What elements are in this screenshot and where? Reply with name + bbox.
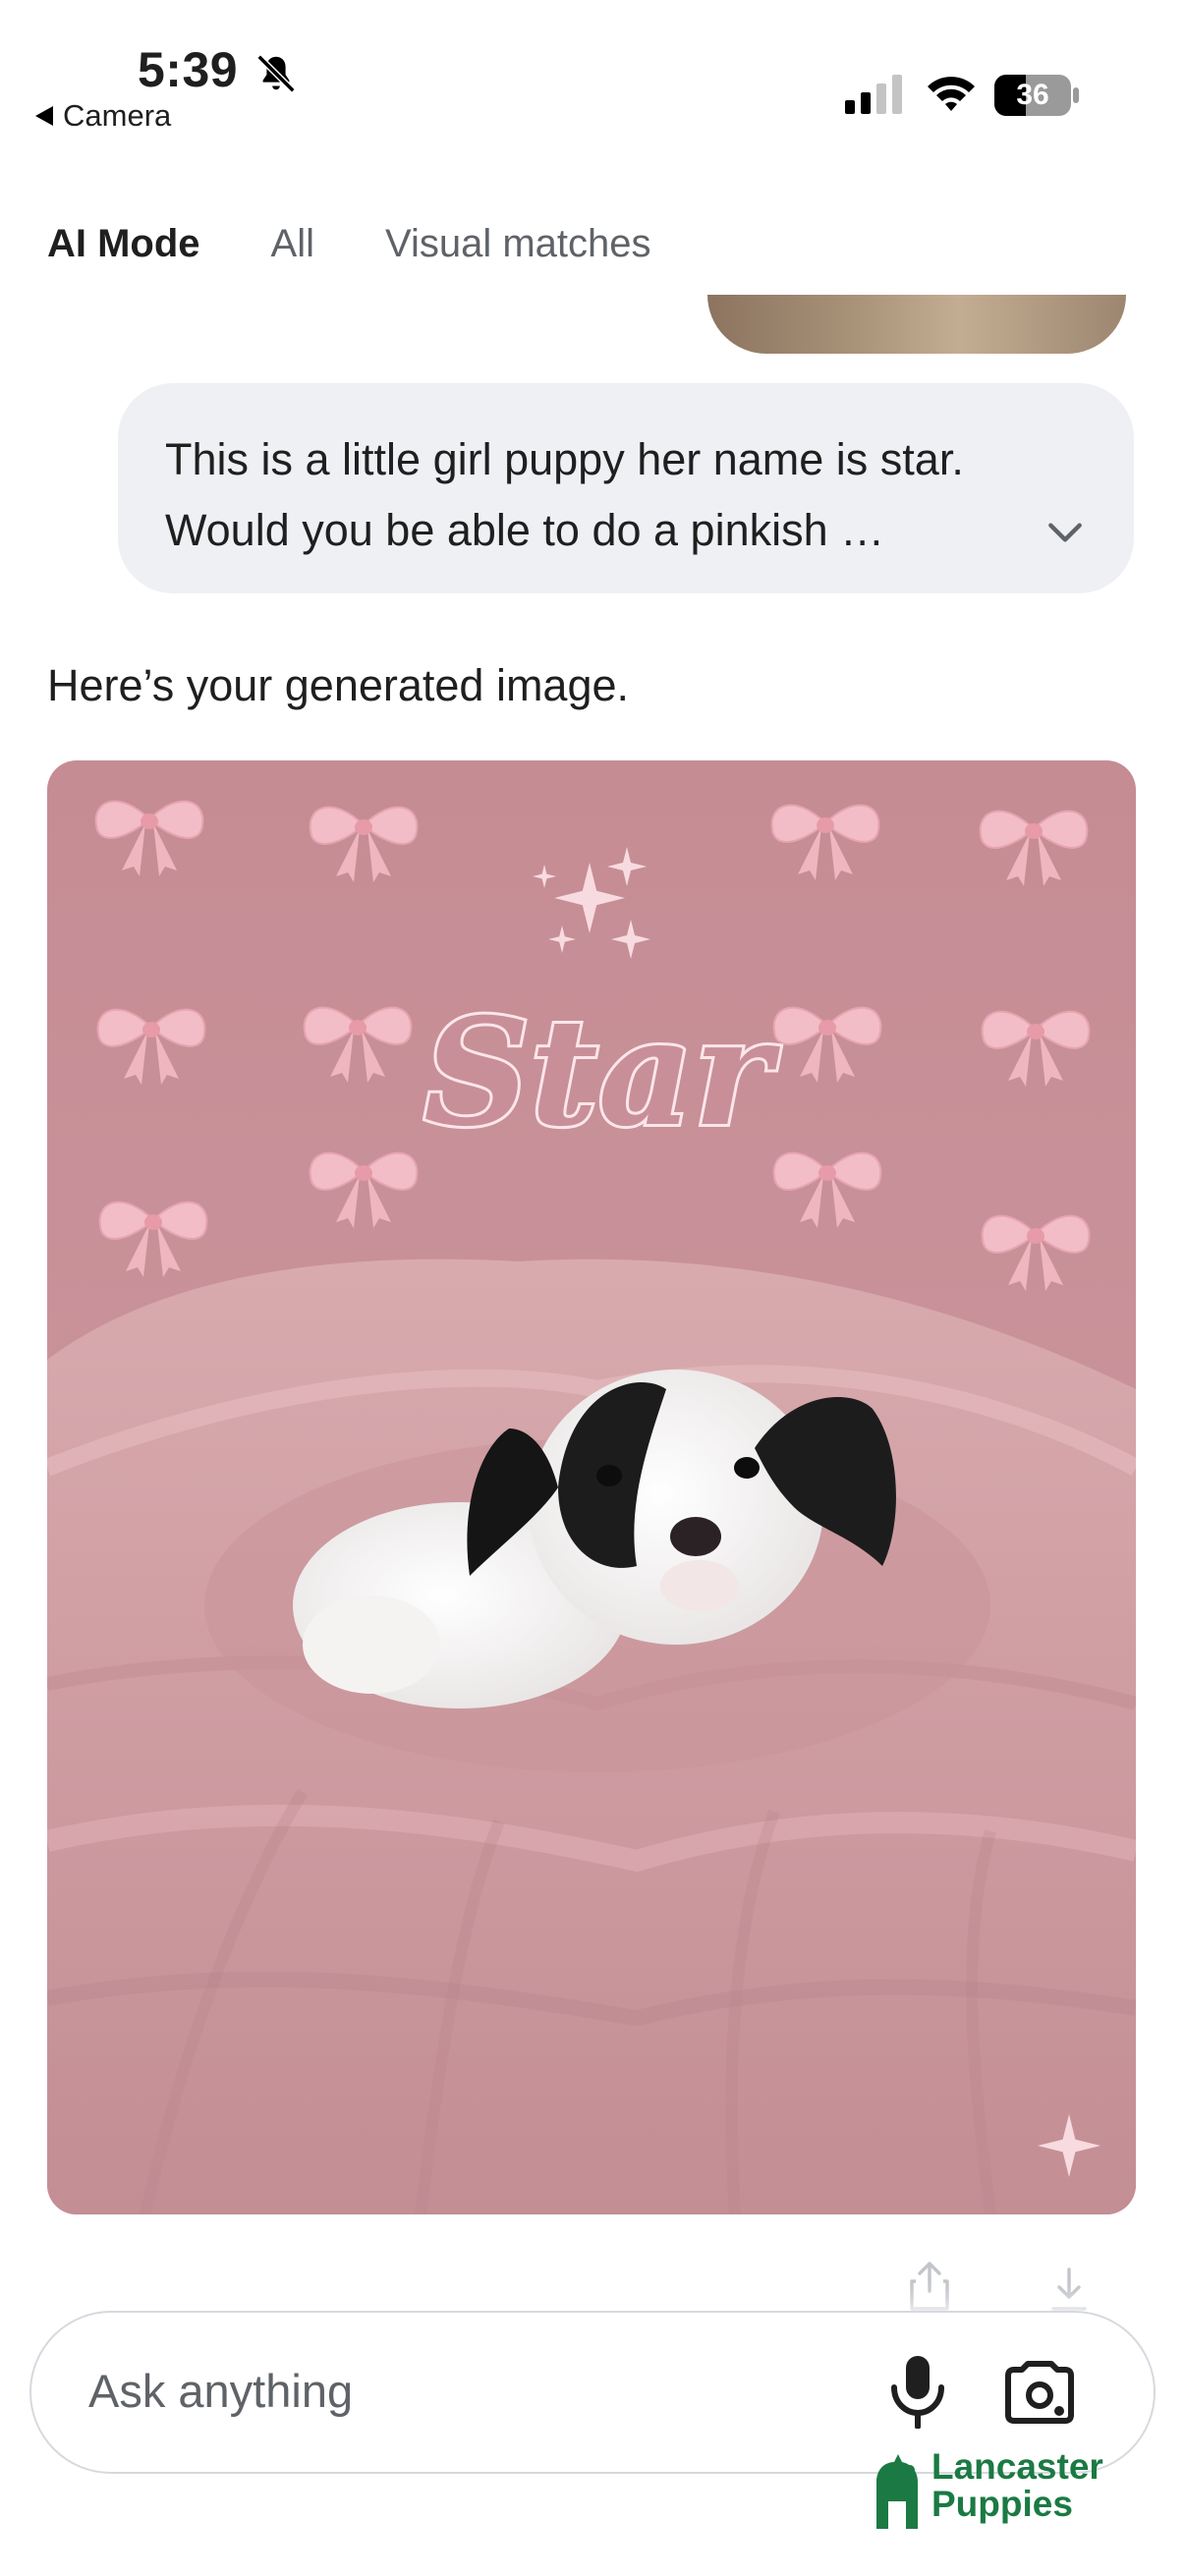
share-icon[interactable] — [906, 2260, 953, 2313]
back-to-camera-link[interactable]: Camera — [35, 98, 171, 134]
google-lens-icon[interactable] — [1004, 2360, 1075, 2425]
tab-all[interactable]: All — [271, 222, 314, 266]
tab-ai-mode[interactable]: AI Mode — [47, 222, 200, 266]
search-mode-tabs: AI Mode All Visual matches — [47, 222, 722, 266]
battery-level: 36 — [1016, 79, 1049, 111]
lancaster-puppies-logo-icon — [876, 2454, 918, 2529]
wifi-icon — [928, 77, 975, 111]
download-icon[interactable] — [1047, 2266, 1091, 2315]
watermark-line1: Lancaster — [931, 2446, 1103, 2487]
ai-reply-text: Here’s your generated image. — [47, 660, 630, 710]
lancaster-puppies-watermark: Lancaster Puppies — [869, 2446, 1163, 2537]
puppy-name-text: Star — [423, 986, 781, 1159]
microphone-icon[interactable] — [886, 2354, 949, 2429]
battery-indicator: 36 — [994, 75, 1079, 116]
user-message-text: This is a little girl puppy her name is … — [165, 434, 964, 555]
watermark-line2: Puppies — [931, 2484, 1073, 2524]
back-triangle-icon — [35, 106, 53, 126]
puppy-illustration: Star — [47, 760, 1136, 2214]
silent-bell-icon — [256, 54, 296, 93]
chevron-down-icon[interactable] — [1044, 511, 1087, 554]
generated-image[interactable]: Star — [47, 760, 1136, 2214]
previous-image-thumbnail[interactable] — [707, 295, 1126, 354]
status-time: 5:39 — [138, 42, 239, 97]
cellular-signal-icon — [845, 75, 902, 114]
user-message-bubble[interactable]: This is a little girl puppy her name is … — [118, 383, 1134, 593]
back-app-label: Camera — [63, 98, 172, 133]
tab-visual-matches[interactable]: Visual matches — [385, 222, 651, 266]
ask-anything-input[interactable] — [88, 2364, 835, 2418]
